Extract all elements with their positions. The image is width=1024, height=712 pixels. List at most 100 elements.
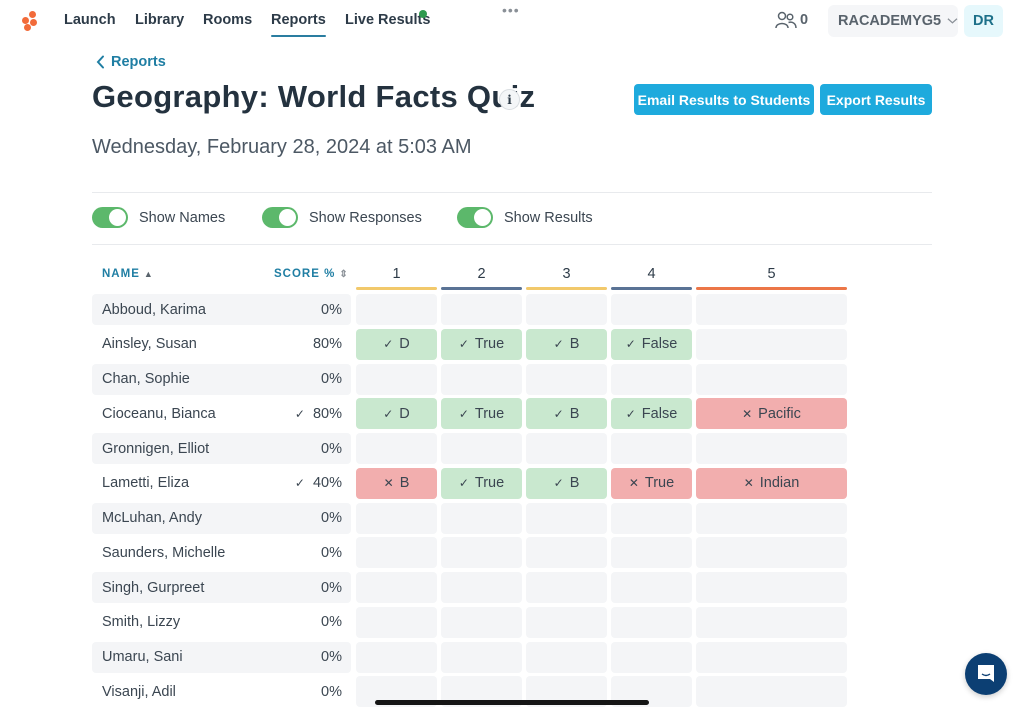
response-cell[interactable] (696, 502, 847, 534)
student-count-value: 0 (800, 12, 809, 28)
response-cell[interactable]: ✓ B (526, 467, 607, 499)
response-cell[interactable] (356, 363, 437, 395)
table-row: Saunders, Michelle 0% (0, 537, 1024, 569)
toggle-switch[interactable] (457, 207, 493, 228)
response-cell[interactable]: ✕ Indian (696, 467, 847, 499)
response-cell[interactable] (526, 502, 607, 534)
response-cell[interactable] (356, 572, 437, 603)
ellipsis-icon[interactable]: ••• (502, 2, 520, 18)
response-cell[interactable] (611, 502, 692, 534)
response-cell[interactable] (441, 606, 522, 638)
response-cell[interactable]: ✓ B (526, 328, 607, 360)
response-cell[interactable] (611, 606, 692, 638)
score-column-header[interactable]: SCORE % ⇕ (274, 268, 349, 280)
nav-rooms[interactable]: Rooms (203, 12, 252, 28)
question-header-3[interactable]: 3 (526, 266, 607, 282)
export-results-button[interactable]: Export Results (820, 84, 932, 115)
student-count[interactable]: 0 (775, 11, 808, 29)
response-cell[interactable] (526, 294, 607, 325)
chat-support-button[interactable] (965, 653, 1007, 695)
response-cell[interactable]: ✓ False (611, 328, 692, 360)
response-cell[interactable] (696, 641, 847, 673)
toggle-switch[interactable] (262, 207, 298, 228)
response-cell[interactable] (526, 572, 607, 603)
response-cell[interactable] (696, 294, 847, 325)
name-column-header[interactable]: NAME ▲ (102, 268, 154, 280)
logo-icon[interactable] (22, 9, 42, 33)
student-score: ✓ 40% (270, 468, 342, 499)
email-results-button[interactable]: Email Results to Students (634, 84, 814, 115)
response-cell[interactable]: ✕ B (356, 467, 437, 499)
response-cell[interactable] (356, 294, 437, 325)
response-cell[interactable] (356, 433, 437, 464)
response-cell[interactable] (696, 676, 847, 708)
response-cell[interactable] (611, 537, 692, 569)
response-cell[interactable] (356, 502, 437, 534)
response-cell[interactable] (441, 502, 522, 534)
question-header-2[interactable]: 2 (441, 266, 522, 282)
class-selector[interactable]: RACADEMYG5 (828, 5, 958, 37)
live-indicator-dot (419, 10, 427, 18)
response-cell[interactable] (696, 433, 847, 464)
response-cell[interactable] (526, 606, 607, 638)
response-cell[interactable] (526, 433, 607, 464)
response-cell[interactable]: ✓ D (356, 328, 437, 360)
response-cell[interactable] (611, 572, 692, 603)
response-cell[interactable]: ✓ True (441, 398, 522, 430)
response-cell[interactable] (696, 537, 847, 569)
check-icon: ✓ (553, 476, 564, 491)
response-cell[interactable] (356, 641, 437, 673)
response-cell[interactable] (611, 363, 692, 395)
response-cell[interactable]: ✕ Pacific (696, 398, 847, 430)
response-cell[interactable] (441, 537, 522, 569)
student-score: 0% (270, 364, 342, 395)
check-icon: ✓ (625, 337, 636, 352)
response-cell[interactable] (611, 641, 692, 673)
user-avatar[interactable]: DR (964, 5, 1003, 37)
toggle-show-responses[interactable]: Show Responses (262, 207, 422, 228)
back-to-reports-link[interactable]: Reports (96, 54, 166, 70)
response-cell[interactable] (441, 433, 522, 464)
nav-reports[interactable]: Reports (271, 12, 326, 37)
response-cell[interactable] (441, 641, 522, 673)
response-cell[interactable] (611, 294, 692, 325)
student-score: ✓ 80% (270, 398, 342, 429)
response-cell[interactable] (696, 328, 847, 360)
question-header-4[interactable]: 4 (611, 266, 692, 282)
student-score: 0% (270, 572, 342, 603)
info-icon[interactable]: i (499, 89, 520, 110)
response-cell[interactable] (441, 363, 522, 395)
response-cell[interactable]: ✕ True (611, 467, 692, 499)
response-cell[interactable] (441, 572, 522, 603)
nav-launch[interactable]: Launch (64, 12, 116, 28)
toggle-show-names[interactable]: Show Names (92, 207, 225, 228)
question-header-1[interactable]: 1 (356, 266, 437, 282)
response-cell[interactable] (696, 606, 847, 638)
response-answer: D (399, 336, 410, 353)
question-header-5[interactable]: 5 (696, 266, 847, 282)
response-cell[interactable]: ✓ True (441, 467, 522, 499)
response-cell[interactable] (526, 363, 607, 395)
score-value: 0% (321, 649, 342, 665)
nav-library[interactable]: Library (135, 12, 184, 28)
response-cell[interactable] (611, 433, 692, 464)
nav-live-results[interactable]: Live Results (345, 12, 430, 28)
response-cell[interactable]: ✓ B (526, 398, 607, 430)
response-cell[interactable] (356, 537, 437, 569)
response-cell[interactable]: ✓ False (611, 398, 692, 430)
toggle-show-results[interactable]: Show Results (457, 207, 593, 228)
check-icon: ✓ (553, 406, 564, 421)
response-cell[interactable] (696, 363, 847, 395)
chat-icon (978, 665, 994, 682)
response-cell[interactable] (356, 606, 437, 638)
response-cell[interactable] (441, 294, 522, 325)
toggle-switch[interactable] (92, 207, 128, 228)
response-cell[interactable]: ✓ True (441, 328, 522, 360)
response-answer: B (569, 336, 580, 353)
horizontal-scrollbar[interactable] (375, 700, 649, 705)
response-cell[interactable] (696, 572, 847, 603)
response-cell[interactable] (526, 537, 607, 569)
response-cell[interactable] (526, 641, 607, 673)
response-cell[interactable]: ✓ D (356, 398, 437, 430)
student-score: 0% (270, 503, 342, 534)
